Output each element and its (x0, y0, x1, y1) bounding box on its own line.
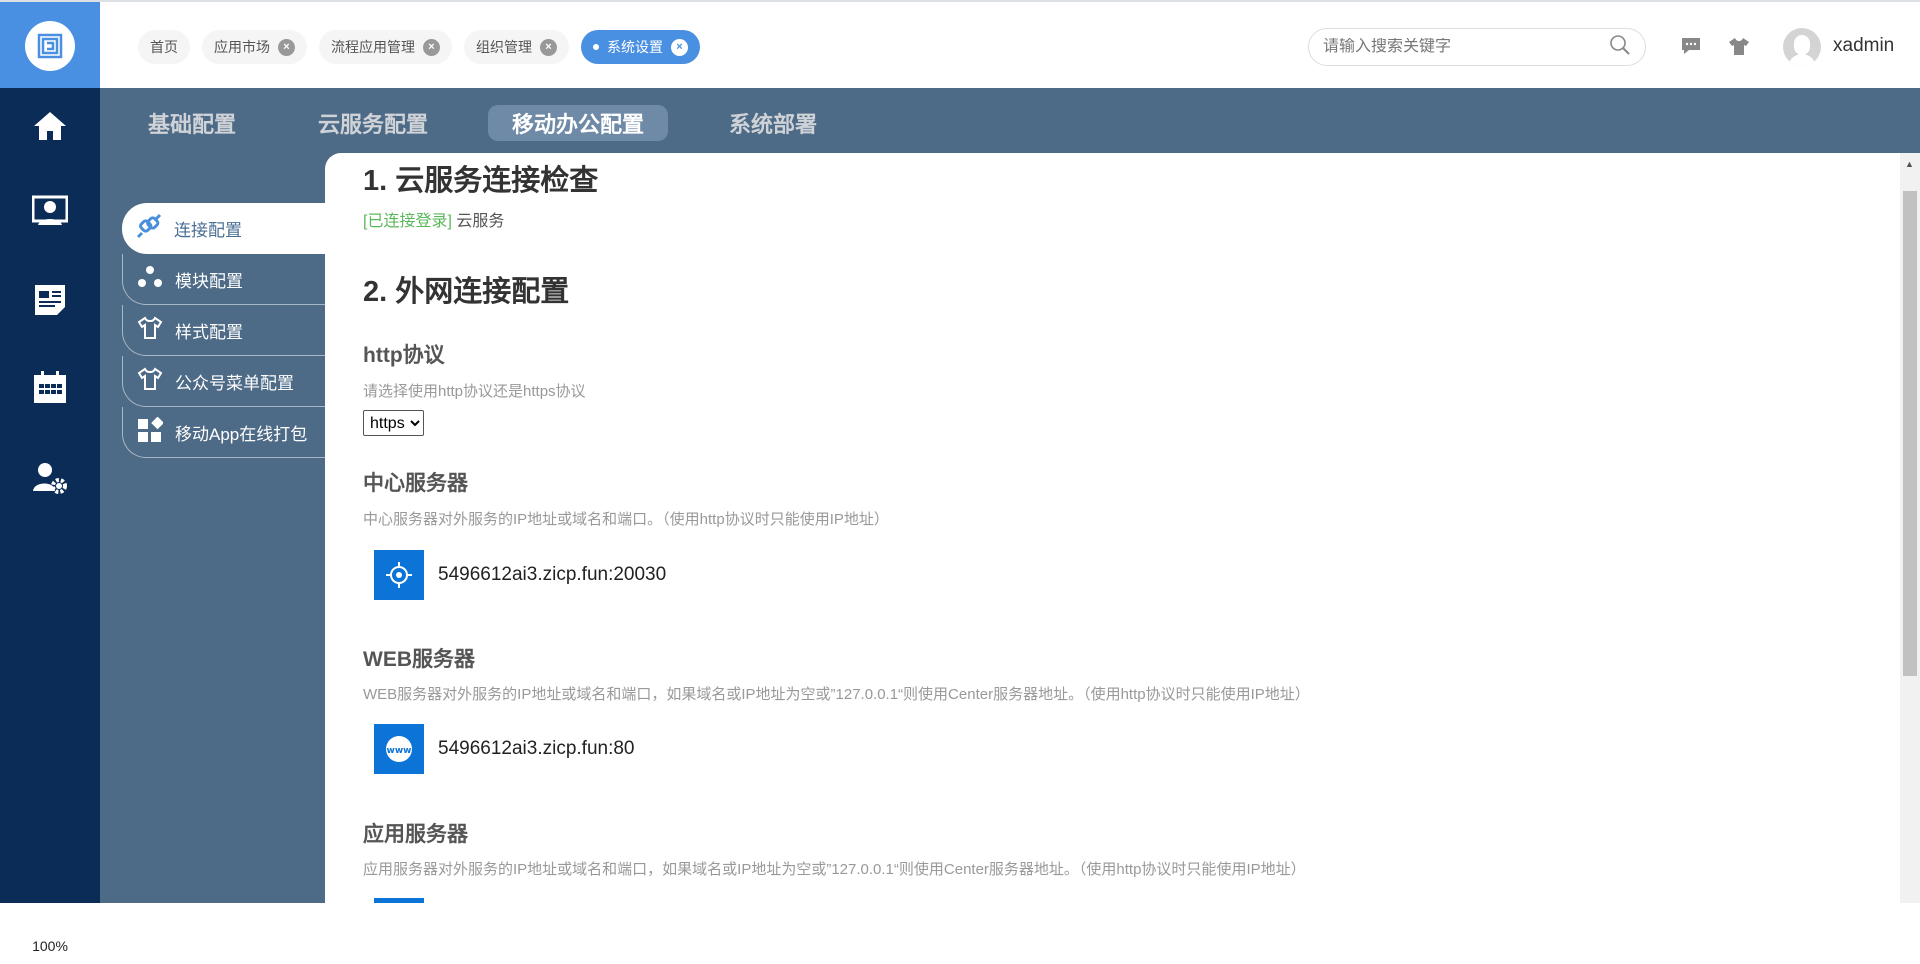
close-icon[interactable]: × (671, 38, 688, 56)
app-server-field[interactable] (374, 898, 424, 903)
user-settings-icon[interactable] (32, 460, 68, 496)
target-icon (374, 550, 424, 600)
server-icon (374, 898, 424, 903)
subnav-wechat-menu-config[interactable]: 公众号菜单配置 (122, 356, 328, 407)
center-server-value: 5496612ai3.zicp.fun:20030 (438, 564, 667, 585)
content-area: 1. 云服务连接检查 [已连接登录] 云服务 2. 外网连接配置 http协议 … (325, 153, 1900, 903)
message-icon[interactable] (1680, 36, 1702, 56)
svg-text:www: www (387, 746, 412, 756)
subnav-connection-config[interactable]: 连接配置 (122, 203, 328, 254)
avatar[interactable] (1783, 28, 1821, 66)
apps-icon (137, 416, 164, 448)
tab-basic-config[interactable]: 基础配置 (124, 105, 260, 141)
http-protocol-title: http协议 (363, 344, 445, 367)
shirt-icon (137, 366, 163, 397)
skin-shirt-icon[interactable] (1728, 36, 1750, 56)
close-icon[interactable]: × (540, 38, 557, 56)
subnav-module-config[interactable]: 模块配置 (122, 254, 328, 305)
subnav-label: 连接配置 (174, 221, 242, 240)
web-server-title: WEB服务器 (363, 648, 475, 671)
close-icon[interactable]: × (423, 38, 440, 56)
web-server-field[interactable]: www 5496612ai3.zicp.fun:80 (374, 724, 635, 774)
app-server-desc: 应用服务器对外服务的IP地址或域名和端口，如果域名或IP地址为空或”127.0.… (363, 861, 1306, 878)
section-external-config-title: 2. 外网连接配置 (363, 276, 570, 308)
search-icon[interactable] (1609, 34, 1631, 61)
tab-app-market[interactable]: 应用市场 × (202, 30, 307, 64)
news-icon[interactable] (32, 281, 68, 317)
shirt-icon (137, 315, 163, 346)
center-server-field[interactable]: 5496612ai3.zicp.fun:20030 (374, 550, 666, 600)
tab-label: 流程应用管理 (331, 39, 415, 55)
open-tabs: 首页 应用市场 × 流程应用管理 × 组织管理 × 系统设置 × (138, 30, 700, 64)
http-protocol-desc: 请选择使用http协议还是https协议 (363, 383, 586, 400)
tab-home[interactable]: 首页 (138, 30, 190, 64)
home-icon[interactable] (32, 108, 68, 144)
web-server-value: 5496612ai3.zicp.fun:80 (438, 738, 635, 759)
scrollbar[interactable]: ▲ (1900, 153, 1920, 903)
status-text: 云服务 (456, 213, 505, 230)
subnav-label: 样式配置 (175, 322, 243, 342)
tab-label: 系统设置 (607, 39, 663, 55)
sub-nav: 连接配置 模块配置 样式配置 公众号菜单配置 移动App在线打包 (122, 203, 328, 458)
logo[interactable] (0, 2, 100, 90)
app-server-title: 应用服务器 (363, 823, 468, 846)
calendar-icon[interactable] (32, 370, 68, 406)
plug-icon (136, 213, 162, 244)
search-box (1308, 28, 1646, 66)
active-dot-icon (593, 44, 599, 50)
close-icon[interactable]: × (278, 38, 295, 56)
logo-icon (25, 21, 75, 71)
center-server-desc: 中心服务器对外服务的IP地址或域名和端口。（使用http协议时只能使用IP地址） (363, 511, 889, 528)
monitor-user-icon[interactable] (32, 193, 68, 229)
tab-process-apps[interactable]: 流程应用管理 × (319, 30, 452, 64)
tab-mobile-config[interactable]: 移动办公配置 (488, 105, 669, 141)
status-badge: [已连接登录] (363, 213, 452, 230)
subnav-label: 模块配置 (175, 271, 243, 291)
protocol-select[interactable]: https (363, 410, 424, 436)
web-server-desc: WEB服务器对外服务的IP地址或域名和端口，如果域名或IP地址为空或”127.0… (363, 686, 1310, 703)
connection-status: [已连接登录] 云服务 (363, 207, 504, 231)
tab-label: 组织管理 (476, 39, 532, 55)
subnav-label: 移动App在线打包 (175, 424, 308, 444)
tab-cloud-config[interactable]: 云服务配置 (294, 105, 452, 141)
subnav-style-config[interactable]: 样式配置 (122, 305, 328, 356)
section-cloud-check-title: 1. 云服务连接检查 (363, 165, 599, 197)
top-bar: 首页 应用市场 × 流程应用管理 × 组织管理 × 系统设置 × xadmin (0, 0, 1920, 90)
center-server-title: 中心服务器 (363, 472, 468, 495)
tab-label: 首页 (150, 39, 178, 55)
search-input[interactable] (1323, 38, 1583, 56)
tab-deployment[interactable]: 系统部署 (705, 105, 841, 141)
subnav-label: 公众号菜单配置 (175, 373, 294, 393)
modules-icon (137, 264, 163, 295)
scroll-up-icon[interactable]: ▲ (1905, 159, 1914, 169)
tab-system-settings[interactable]: 系统设置 × (581, 30, 700, 64)
tab-org[interactable]: 组织管理 × (464, 30, 569, 64)
scrollbar-thumb[interactable] (1903, 191, 1917, 676)
zoom-level[interactable]: 100% (25, 928, 75, 964)
tab-label: 应用市场 (214, 39, 270, 55)
www-globe-icon: www (374, 724, 424, 774)
username[interactable]: xadmin (1833, 35, 1894, 57)
subnav-app-packaging[interactable]: 移动App在线打包 (122, 407, 328, 458)
left-nav: 100% (0, 88, 100, 964)
